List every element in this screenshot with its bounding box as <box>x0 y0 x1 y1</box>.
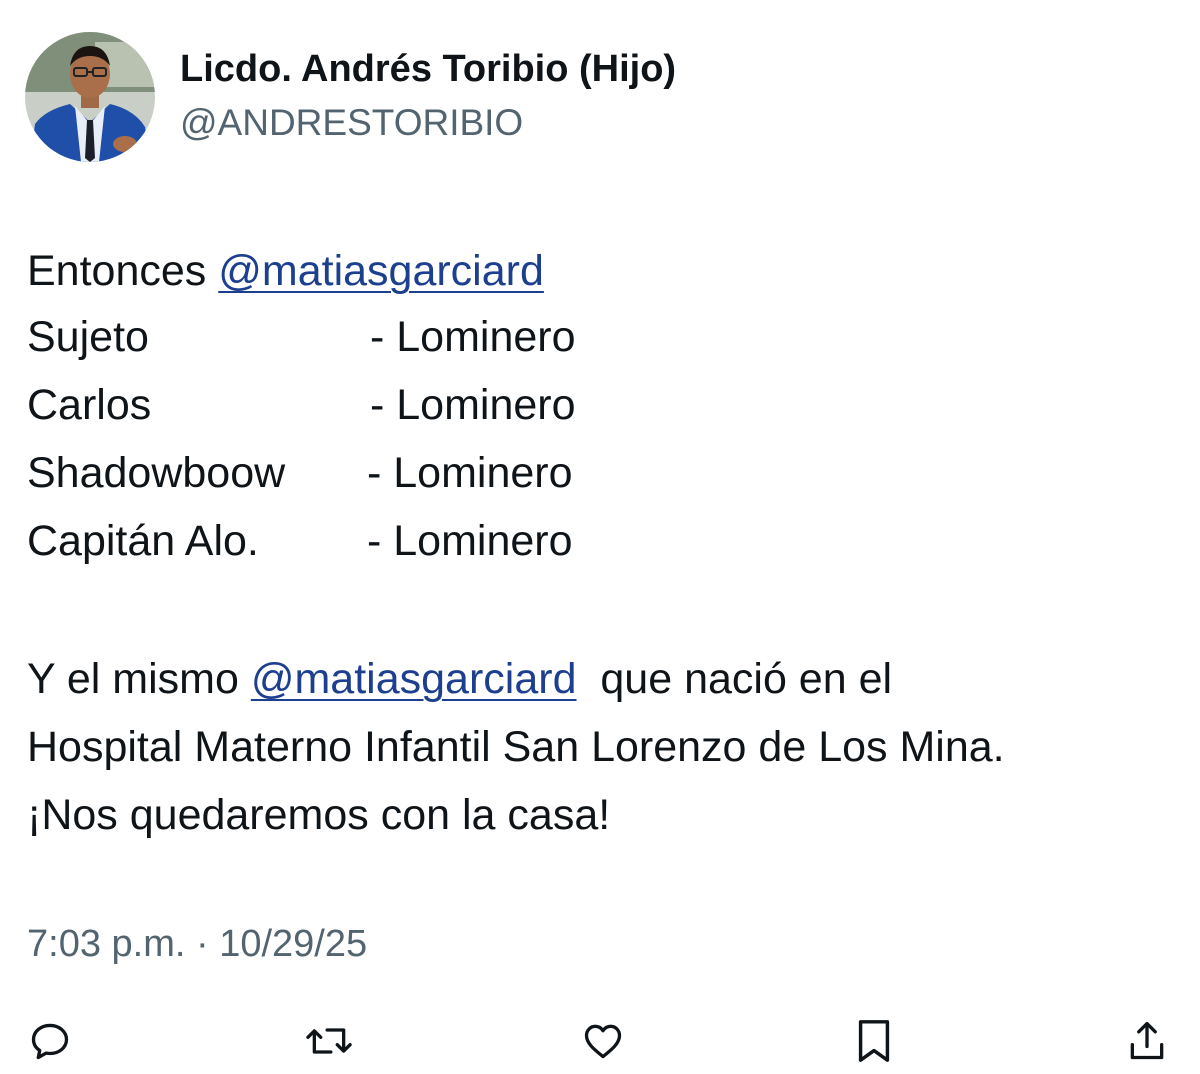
tweet-line-intro: Entonces @matiasgarciard <box>27 250 544 293</box>
mention-link[interactable]: @matiasgarciard <box>218 247 544 295</box>
para-suffix-text: que nació en el <box>576 655 893 703</box>
bookmark-button[interactable] <box>848 1015 900 1067</box>
list-item-value: - Lominero <box>370 313 576 361</box>
list-item-name: Capitán Alo. <box>27 517 259 565</box>
reply-icon <box>31 1023 69 1060</box>
mention-link[interactable]: @matiasgarciard <box>251 655 577 703</box>
list-item-name: Carlos <box>27 381 152 429</box>
author-avatar[interactable] <box>25 32 155 162</box>
repost-icon <box>306 1028 352 1054</box>
list-item-name: Shadowboow <box>27 449 286 497</box>
intro-text: Entonces <box>27 247 219 295</box>
author-display-name[interactable]: Licdo. Andrés Toribio (Hijo) <box>180 48 676 91</box>
tweet-paragraph-line: ¡Nos quedaremos con la casa! <box>27 791 611 839</box>
reply-button[interactable] <box>24 1015 76 1067</box>
list-item-value: - Lominero <box>367 449 573 497</box>
tweet-paragraph-line: Y el mismo @matiasgarciard que nació en … <box>27 658 892 701</box>
author-handle[interactable]: @ANDRESTORIBIO <box>180 102 523 144</box>
list-item-value: - Lominero <box>370 381 576 429</box>
share-icon <box>1130 1021 1164 1060</box>
like-button[interactable] <box>577 1015 629 1067</box>
repost-button[interactable] <box>303 1015 355 1067</box>
share-button[interactable] <box>1121 1015 1173 1067</box>
para-prefix-text: Y el mismo <box>27 655 251 703</box>
list-item-value: - Lominero <box>367 517 573 565</box>
profile-photo-icon <box>25 32 155 162</box>
bookmark-icon <box>858 1020 890 1062</box>
tweet: Licdo. Andrés Toribio (Hijo) @ANDRESTORI… <box>0 0 1200 1074</box>
like-icon <box>584 1024 622 1059</box>
tweet-timestamp[interactable]: 7:03 p.m. · 10/29/25 <box>27 925 367 963</box>
tweet-paragraph-line: Hospital Materno Infantil San Lorenzo de… <box>27 723 1005 771</box>
list-item-name: Sujeto <box>27 313 149 361</box>
